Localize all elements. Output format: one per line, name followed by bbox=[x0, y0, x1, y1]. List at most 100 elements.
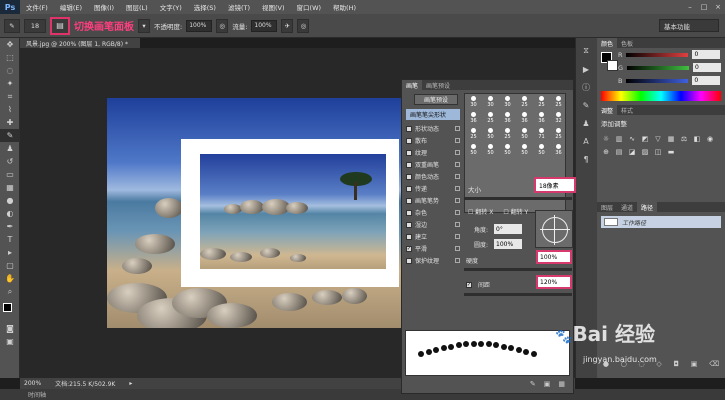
path-item-work-path[interactable]: 工作路径 bbox=[601, 216, 721, 228]
tab-layers[interactable]: 图层 bbox=[597, 202, 617, 212]
lock-icon[interactable] bbox=[455, 126, 460, 131]
red-value-field[interactable]: 0 bbox=[692, 50, 721, 59]
history-panel-icon[interactable]: ⧖ bbox=[576, 42, 596, 60]
brush-tip-cell[interactable]: 50 bbox=[533, 142, 550, 158]
crop-tool-icon[interactable]: ⌗ bbox=[0, 90, 20, 103]
option-color-dynamics[interactable]: 颜色动态 bbox=[406, 171, 460, 182]
checkbox[interactable] bbox=[406, 149, 412, 156]
brush-tip-shape-item[interactable]: 画笔笔尖形状 bbox=[406, 109, 460, 120]
brush-tool-preset-icon[interactable]: ✎ bbox=[4, 18, 20, 33]
menu-image[interactable]: 图像(I) bbox=[88, 2, 120, 12]
brush-tip-cell[interactable]: 30 bbox=[482, 94, 499, 110]
brush-presets-button[interactable]: 画笔预设 bbox=[414, 94, 458, 105]
hardness-field[interactable]: 100% bbox=[536, 250, 572, 264]
character-panel-icon[interactable]: A bbox=[576, 132, 596, 150]
clone-source-icon[interactable]: ♟ bbox=[576, 114, 596, 132]
option-shape-dynamics[interactable]: 形状动态 bbox=[406, 123, 460, 134]
quick-mask-icon[interactable]: ◙ bbox=[0, 322, 20, 335]
option-brush-pose[interactable]: 画笔笔势 bbox=[406, 195, 460, 206]
lock-icon[interactable] bbox=[455, 138, 460, 143]
brush-tip-cell[interactable]: 50 bbox=[516, 126, 533, 142]
angle-circle[interactable] bbox=[542, 217, 568, 243]
checkbox[interactable] bbox=[406, 185, 412, 192]
red-slider[interactable] bbox=[626, 52, 689, 57]
brush-panel-strip-icon[interactable]: ✎ bbox=[576, 96, 596, 114]
channel-mixer-icon[interactable]: ⊕ bbox=[601, 147, 611, 157]
option-scattering[interactable]: 散布 bbox=[406, 135, 460, 146]
shape-tool-icon[interactable]: ▢ bbox=[0, 259, 20, 272]
tab-swatches[interactable]: 色板 bbox=[617, 38, 637, 48]
lasso-tool-icon[interactable]: ◌ bbox=[0, 64, 20, 77]
posterize-icon[interactable]: ▨ bbox=[640, 147, 650, 157]
blue-slider[interactable] bbox=[626, 78, 689, 83]
option-transfer[interactable]: 传递 bbox=[406, 183, 460, 194]
checkbox[interactable] bbox=[406, 197, 412, 204]
status-menu-arrow-icon[interactable]: ▸ bbox=[129, 380, 132, 387]
pen-tool-icon[interactable]: ✒ bbox=[0, 220, 20, 233]
new-path-icon[interactable]: ▣ bbox=[691, 360, 698, 372]
fg-bg-swatch[interactable] bbox=[601, 52, 618, 74]
lock-icon[interactable] bbox=[455, 258, 460, 263]
brush-tip-cell[interactable]: 36 bbox=[533, 110, 550, 126]
grid-icon[interactable]: ▦ bbox=[558, 380, 565, 392]
size-pressure-icon[interactable]: ◎ bbox=[297, 18, 310, 33]
photo-filter-icon[interactable]: ◉ bbox=[705, 134, 715, 144]
menu-help[interactable]: 帮助(H) bbox=[327, 2, 362, 12]
workspace-select[interactable]: 基本功能 bbox=[659, 19, 719, 32]
brush-tip-cell[interactable]: 32 bbox=[550, 110, 567, 126]
vibrance-icon[interactable]: ▽ bbox=[653, 134, 663, 144]
color-balance-icon[interactable]: ⚖ bbox=[679, 134, 689, 144]
gradient-tool-icon[interactable]: ▦ bbox=[0, 181, 20, 194]
airbrush-icon[interactable]: ✈ bbox=[281, 18, 294, 33]
eraser-tool-icon[interactable]: ▭ bbox=[0, 168, 20, 181]
checkbox[interactable] bbox=[406, 209, 412, 216]
hue-saturation-icon[interactable]: ▦ bbox=[666, 134, 676, 144]
threshold-icon[interactable]: ◫ bbox=[653, 147, 663, 157]
opacity-pressure-icon[interactable]: ◎ bbox=[216, 18, 229, 33]
lock-icon[interactable] bbox=[455, 246, 460, 251]
angle-roundness-widget[interactable] bbox=[535, 210, 573, 248]
angle-field[interactable]: 0° bbox=[494, 224, 522, 234]
new-preset-icon[interactable]: ▣ bbox=[544, 380, 551, 392]
brush-tool-icon[interactable]: ✎ bbox=[0, 129, 20, 142]
brush-tip-cell[interactable]: 25 bbox=[482, 110, 499, 126]
checkbox[interactable] bbox=[406, 233, 412, 240]
history-brush-tool-icon[interactable]: ↺ bbox=[0, 155, 20, 168]
brush-tip-cell[interactable]: 50 bbox=[482, 142, 499, 158]
close-button[interactable]: × bbox=[711, 0, 725, 14]
quick-select-tool-icon[interactable]: ✦ bbox=[0, 77, 20, 90]
option-smoothing[interactable]: ✓ 平滑 bbox=[406, 243, 460, 254]
lock-icon[interactable] bbox=[455, 174, 460, 179]
checkbox[interactable] bbox=[406, 221, 412, 228]
opacity-field[interactable]: 100% bbox=[186, 19, 213, 32]
size-slider[interactable] bbox=[464, 197, 572, 200]
brush-tip-cell[interactable]: 36 bbox=[516, 110, 533, 126]
green-value-field[interactable]: 0 bbox=[693, 63, 721, 72]
checkbox[interactable] bbox=[406, 161, 412, 168]
checkbox[interactable] bbox=[406, 173, 412, 180]
brush-tip-cell[interactable]: 50 bbox=[516, 142, 533, 158]
timeline-bar[interactable]: 时间轴 bbox=[0, 389, 725, 400]
hand-tool-icon[interactable]: ✋ bbox=[0, 272, 20, 285]
checkbox[interactable] bbox=[406, 257, 412, 264]
checkbox-checked[interactable]: ✓ bbox=[406, 245, 412, 252]
brush-tip-cell[interactable]: 30 bbox=[499, 94, 516, 110]
path-select-tool-icon[interactable]: ▸ bbox=[0, 246, 20, 259]
menu-select[interactable]: 选择(S) bbox=[188, 2, 222, 12]
brush-tip-cell[interactable]: 25 bbox=[533, 94, 550, 110]
brush-tip-cell[interactable]: 71 bbox=[533, 126, 550, 142]
brush-tip-cell[interactable]: 50 bbox=[499, 142, 516, 158]
delete-path-icon[interactable]: ⌫ bbox=[709, 360, 719, 372]
zoom-tool-icon[interactable]: ⌕ bbox=[0, 285, 20, 298]
tab-brush[interactable]: 画笔 bbox=[402, 80, 423, 90]
option-texture[interactable]: 纹理 bbox=[406, 147, 460, 158]
option-build-up[interactable]: 建立 bbox=[406, 231, 460, 242]
color-lookup-icon[interactable]: ▤ bbox=[614, 147, 624, 157]
checkbox[interactable] bbox=[406, 137, 412, 144]
roundness-field[interactable]: 100% bbox=[494, 239, 522, 249]
menu-type[interactable]: 文字(Y) bbox=[154, 2, 188, 12]
healing-tool-icon[interactable]: ✚ bbox=[0, 116, 20, 129]
option-protect-texture[interactable]: 保护纹理 bbox=[406, 255, 460, 266]
checkbox[interactable] bbox=[406, 125, 412, 132]
dodge-tool-icon[interactable]: ◐ bbox=[0, 207, 20, 220]
